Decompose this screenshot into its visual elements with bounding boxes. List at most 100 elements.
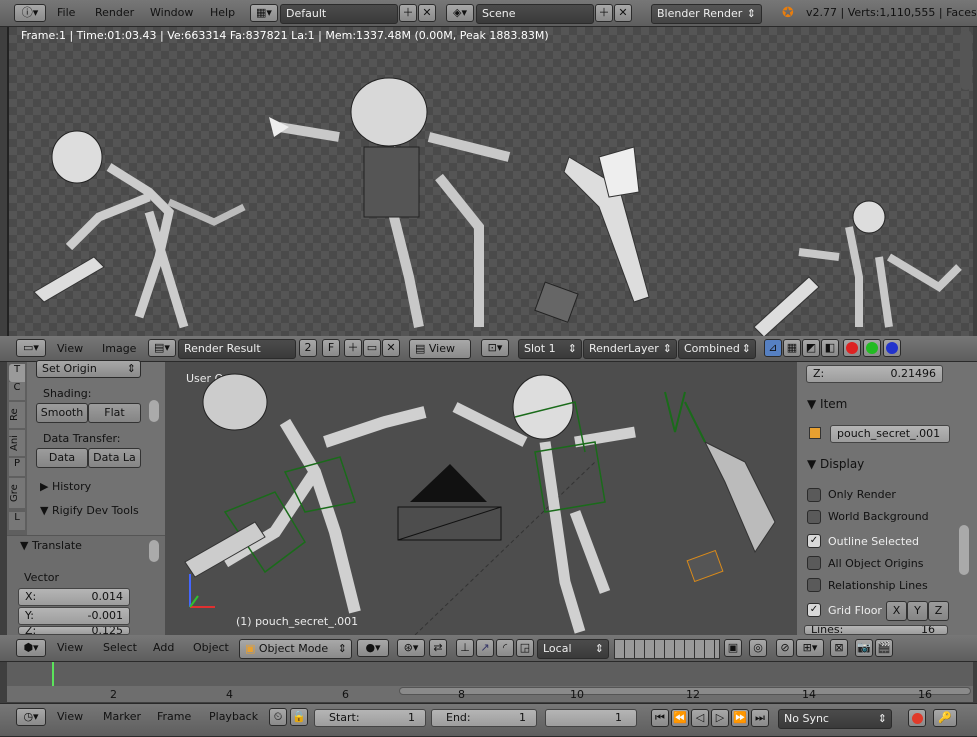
draw-alpha-icon[interactable]: ▦ — [783, 339, 801, 357]
viewport-shading-icon[interactable]: ●▾ — [357, 639, 389, 657]
render-engine-dropdown[interactable]: Blender Render ⇕ — [651, 4, 762, 24]
menu-frame[interactable]: Frame — [157, 707, 191, 727]
tool-shelf-scrollbar[interactable] — [149, 400, 159, 422]
item-name-field[interactable]: pouch_secret_.001 — [830, 425, 950, 443]
play-icon[interactable]: ▷ — [711, 709, 729, 727]
info-editor-type-button[interactable]: ⓘ▾ — [14, 4, 46, 22]
data-transfer-layout-button[interactable]: Data La — [88, 448, 141, 468]
render-result-canvas[interactable]: Frame:1 | Time:01:03.43 | Ve:663314 Fa:8… — [7, 27, 973, 336]
auto-keying-record-icon[interactable] — [908, 709, 926, 727]
shade-smooth-button[interactable]: Smooth — [36, 403, 88, 423]
right-scrollbar[interactable] — [960, 30, 972, 90]
vector-x-field[interactable]: X: 0.014 — [18, 588, 130, 606]
menu-render[interactable]: Render — [95, 3, 134, 23]
pivot-icon[interactable]: ⊡▾ — [481, 339, 509, 357]
grid-floor-checkbox[interactable]: ✓ — [807, 603, 821, 617]
jump-next-keyframe-icon[interactable]: ⏩ — [731, 709, 749, 727]
layers-grid[interactable] — [614, 639, 720, 659]
screen-layout-icon[interactable]: ▦▾ — [250, 4, 278, 22]
scale-manipulator-icon[interactable]: ◲ — [516, 639, 534, 657]
translate-manipulator-icon[interactable]: ↗ — [476, 639, 494, 657]
jump-start-icon[interactable]: ⏮ — [651, 709, 669, 727]
snap-target-icon[interactable]: ⊠ — [830, 639, 848, 657]
tool-tab-ani[interactable]: Ani — [9, 430, 25, 456]
menu-add[interactable]: Add — [153, 638, 174, 658]
draw-rgb-icon[interactable]: ⊿ — [764, 339, 782, 357]
image-name-field[interactable]: Render Result — [178, 339, 296, 359]
snap-toggle-icon[interactable]: ⊘ — [776, 639, 794, 657]
new-image-icon[interactable]: ＋ — [344, 339, 362, 357]
outline-selected-checkbox[interactable]: ✓ — [807, 534, 821, 548]
menu-file[interactable]: File — [57, 3, 75, 23]
vector-z-field[interactable]: Z: 0.125 — [18, 626, 130, 635]
only-render-checkbox[interactable] — [807, 488, 821, 502]
transform-manipulator-icon[interactable]: ⊥ — [456, 639, 474, 657]
timeline-scrollbar[interactable] — [399, 687, 971, 695]
operator-panel-scrollbar[interactable] — [149, 540, 159, 562]
fake-user-button[interactable]: F — [322, 339, 340, 357]
render-layer-dropdown[interactable]: RenderLayer ⇕ — [583, 339, 677, 359]
menu-select[interactable]: Select — [103, 638, 137, 658]
menu-marker[interactable]: Marker — [103, 707, 141, 727]
view-mode-dropdown[interactable]: ▤ View — [409, 339, 471, 359]
scene-field[interactable]: Scene — [476, 4, 594, 24]
green-channel-icon[interactable] — [863, 339, 881, 357]
preview-range-icon[interactable]: ⏲ — [269, 708, 287, 726]
menu-window[interactable]: Window — [150, 3, 193, 23]
menu-object[interactable]: Object — [193, 638, 229, 658]
location-z-field[interactable]: Z: 0.21496 — [806, 365, 943, 383]
current-frame-marker[interactable] — [52, 662, 54, 686]
timeline-area[interactable] — [7, 662, 973, 702]
remove-scene-icon[interactable]: ✕ — [614, 4, 632, 22]
menu-image[interactable]: Image — [102, 339, 136, 359]
scene-icon[interactable]: ◈▾ — [446, 4, 474, 22]
tool-tab-t[interactable]: T — [9, 364, 25, 382]
vector-y-field[interactable]: Y: -0.001 — [18, 607, 130, 625]
data-transfer-data-button[interactable]: Data — [36, 448, 88, 468]
menu-timeline-view[interactable]: View — [57, 707, 83, 727]
jump-end-icon[interactable]: ⏭ — [751, 709, 769, 727]
snap-element-icon[interactable]: ⊞▾ — [796, 639, 824, 657]
tool-tab-gre[interactable]: Gre — [9, 478, 25, 508]
end-frame-field[interactable]: End: 1 — [431, 709, 537, 727]
pivot-point-icon[interactable]: ⊛▾ — [397, 639, 425, 657]
red-channel-icon[interactable] — [843, 339, 861, 357]
draw-zbuffer-icon[interactable]: ◩ — [802, 339, 820, 357]
add-layout-icon[interactable]: ＋ — [399, 4, 417, 22]
properties-scrollbar[interactable] — [959, 525, 969, 575]
menu-image-view[interactable]: View — [57, 339, 83, 359]
image-browse-icon[interactable]: ▤▾ — [148, 339, 176, 357]
all-object-origins-checkbox[interactable] — [807, 556, 821, 570]
interaction-mode-dropdown[interactable]: ▣ Object Mode ⇕ — [239, 639, 352, 659]
opengl-render-icon[interactable]: 📷 — [855, 639, 873, 657]
start-frame-field[interactable]: Start: 1 — [314, 709, 426, 727]
transform-orientation-dropdown[interactable]: Local ⇕ — [537, 639, 609, 659]
set-origin-dropdown[interactable]: Set Origin ⇕ — [36, 360, 141, 378]
tool-tab-l[interactable]: L — [9, 512, 25, 530]
grid-lines-field[interactable]: Lines: 16 — [804, 625, 948, 635]
lock-range-icon[interactable]: 🔒 — [290, 708, 308, 726]
render-pass-dropdown[interactable]: Combined ⇕ — [678, 339, 756, 359]
add-scene-icon[interactable]: ＋ — [595, 4, 613, 22]
remove-layout-icon[interactable]: ✕ — [418, 4, 436, 22]
open-folder-icon[interactable]: ▭ — [363, 339, 381, 357]
keying-set-icon[interactable]: 🔑 — [933, 709, 957, 727]
rigify-panel-header[interactable]: ▼ Rigify Dev Tools — [40, 504, 139, 517]
play-reverse-icon[interactable]: ◁ — [691, 709, 709, 727]
menu-playback[interactable]: Playback — [209, 707, 258, 727]
axis-y-toggle[interactable]: Y — [907, 601, 928, 621]
world-background-checkbox[interactable] — [807, 510, 821, 524]
timeline-editor-type-button[interactable]: ◷▾ — [16, 708, 46, 726]
sync-mode-dropdown[interactable]: No Sync ⇕ — [778, 709, 892, 729]
3d-viewport[interactable]: User Ortho (1) pouch_secret_.001 — [165, 362, 797, 635]
screen-layout-field[interactable]: Default — [280, 4, 398, 24]
jump-prev-keyframe-icon[interactable]: ⏪ — [671, 709, 689, 727]
lock-layers-icon[interactable]: ▣ — [724, 639, 742, 657]
relationship-lines-checkbox[interactable] — [807, 578, 821, 592]
tool-tab-p[interactable]: P — [9, 458, 25, 476]
unlink-image-icon[interactable]: ✕ — [382, 339, 400, 357]
slot-dropdown[interactable]: Slot 1 ⇕ — [518, 339, 582, 359]
rotate-manipulator-icon[interactable]: ◜ — [496, 639, 514, 657]
shade-flat-button[interactable]: Flat — [88, 403, 141, 423]
tool-tab-c[interactable]: C — [9, 382, 25, 400]
